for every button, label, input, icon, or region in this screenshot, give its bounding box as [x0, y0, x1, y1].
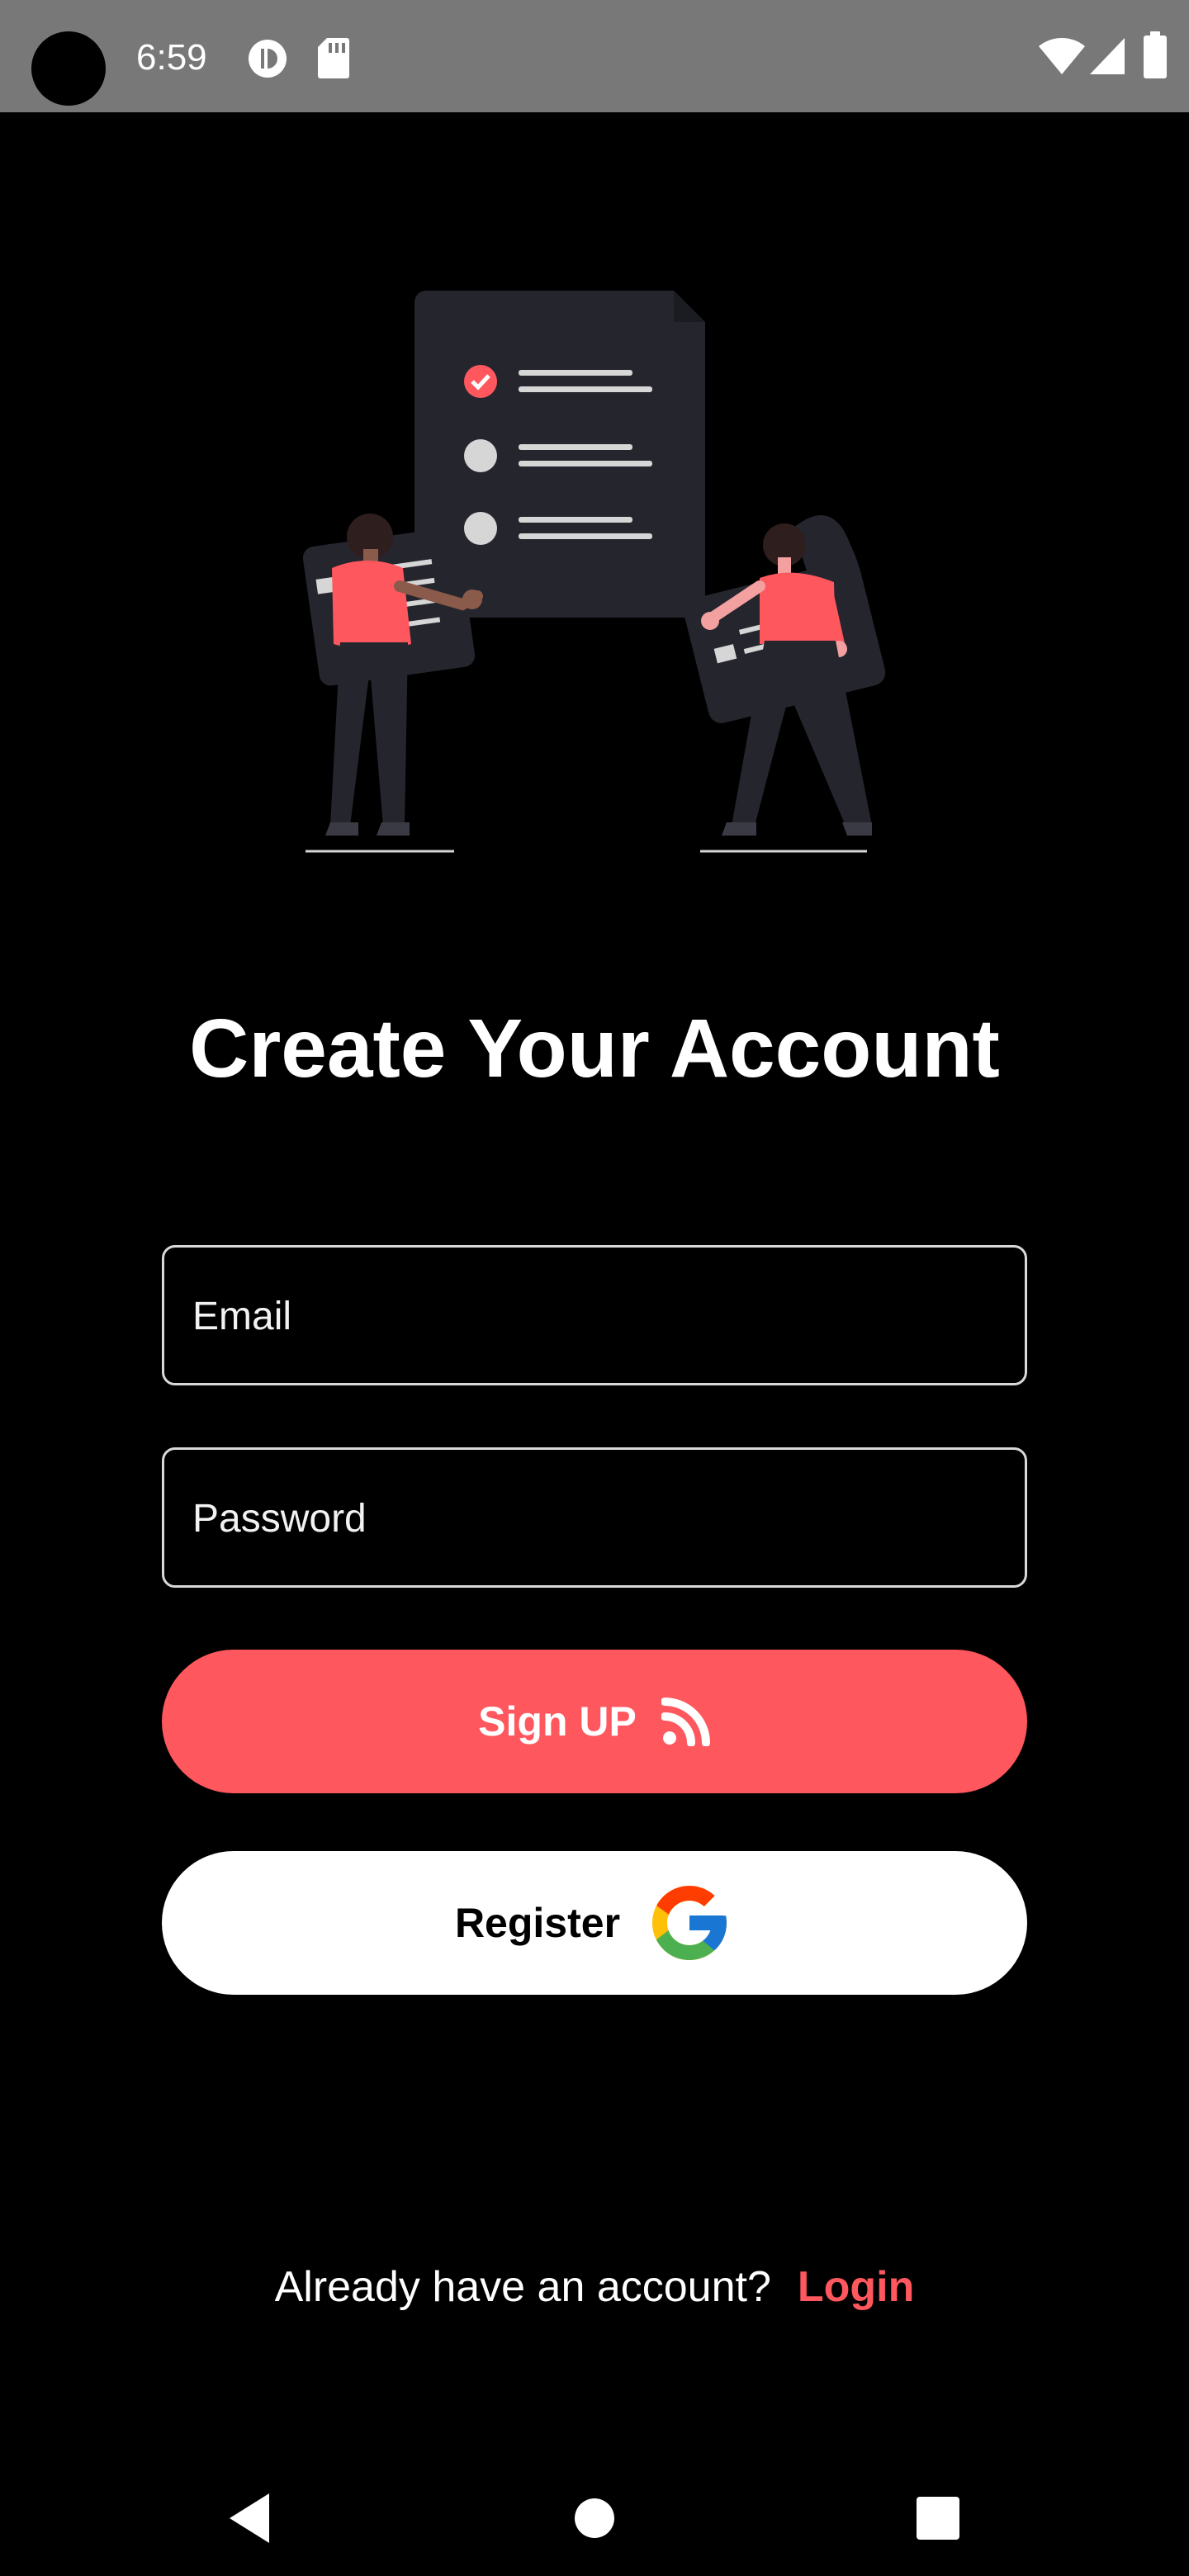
status-time: 6:59	[136, 37, 207, 78]
signup-illustration	[302, 291, 886, 853]
camera-cutout	[31, 31, 106, 106]
navigation-bar	[0, 2460, 1189, 2576]
login-link[interactable]: Login	[798, 2263, 915, 2311]
sd-card-icon	[318, 38, 349, 78]
home-icon[interactable]	[573, 2497, 616, 2540]
login-question: Already have an account?	[274, 2263, 771, 2311]
status-bar: 6:59	[0, 0, 1189, 112]
signup-button[interactable]: Sign UP	[162, 1650, 1027, 1793]
password-field[interactable]	[191, 1450, 1003, 1587]
google-icon	[652, 1886, 727, 1960]
page-title: Create Your Account	[189, 1002, 1000, 1095]
battery-icon	[1144, 31, 1167, 78]
rss-icon	[661, 1698, 710, 1746]
email-field-box[interactable]	[162, 1245, 1027, 1385]
email-field[interactable]	[191, 1248, 1003, 1385]
signal-icon	[1090, 38, 1125, 74]
back-icon[interactable]	[223, 2485, 272, 2551]
signup-button-label: Sign UP	[478, 1698, 637, 1745]
recents-icon[interactable]	[917, 2497, 959, 2540]
wifi-icon	[1039, 37, 1085, 74]
register-button-label: Register	[454, 1900, 621, 1946]
register-google-button[interactable]: Register	[162, 1851, 1027, 1995]
login-prompt: Already have an account? Login	[0, 2258, 1189, 2316]
password-field-box[interactable]	[162, 1447, 1027, 1588]
data-saver-icon	[249, 40, 287, 78]
